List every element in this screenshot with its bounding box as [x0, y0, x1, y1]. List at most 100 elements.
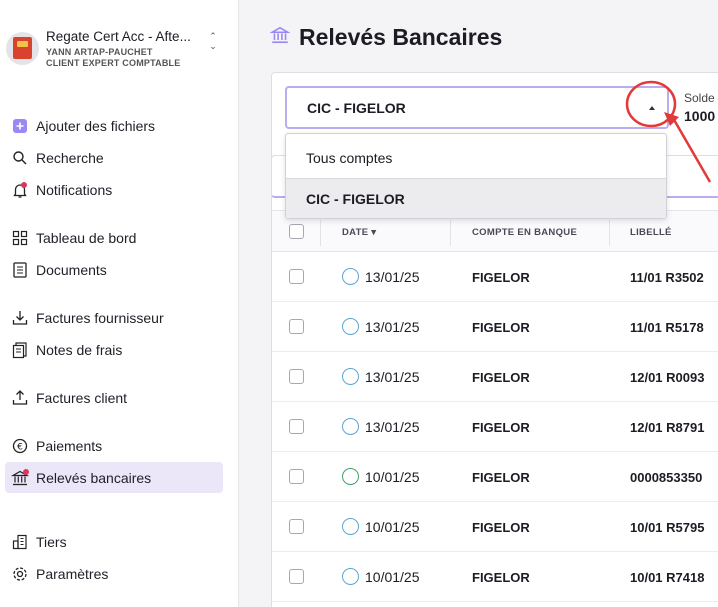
sidebar-item-settings[interactable]: Paramètres: [5, 558, 223, 589]
table-row[interactable]: 10/01/25 FIGELOR 10/01 R7418: [272, 552, 718, 602]
reconcile-status-icon: [342, 518, 359, 535]
sidebar-item-label: Tiers: [36, 533, 67, 550]
receipt-icon: [11, 341, 29, 359]
row-checkbox[interactable]: [289, 369, 304, 384]
svg-text:€: €: [17, 442, 23, 452]
row-label: 11/01 R5178: [630, 320, 704, 335]
sidebar-item-label: Documents: [36, 261, 107, 278]
row-date: 10/01/25: [365, 519, 420, 535]
bank-icon: [10, 468, 30, 487]
chevron-up-down-icon[interactable]: ⌃ ⌄: [207, 31, 219, 55]
column-divider: [450, 220, 451, 246]
row-date: 10/01/25: [365, 469, 420, 485]
row-date: 13/01/25: [365, 269, 420, 285]
bank-icon: [269, 25, 291, 50]
sidebar-item-notifications[interactable]: Notifications: [5, 174, 223, 205]
building-icon: [11, 533, 29, 551]
sidebar-item-payments[interactable]: € Paiements: [5, 430, 223, 461]
bell-icon: [11, 181, 29, 199]
select-all-checkbox[interactable]: [289, 224, 304, 239]
balance-value: 1000: [684, 108, 716, 124]
sidebar-item-dashboard[interactable]: Tableau de bord: [5, 222, 223, 253]
row-checkbox[interactable]: [289, 469, 304, 484]
row-date: 13/01/25: [365, 419, 420, 435]
dashboard-grid-icon: [11, 229, 29, 247]
column-header-bank-account[interactable]: COMPTE EN BANQUE: [472, 227, 577, 238]
search-icon: [11, 149, 29, 167]
user-name: YANN ARTAP-PAUCHET: [46, 47, 153, 57]
sidebar-item-label: Notifications: [36, 181, 113, 198]
sidebar-item-supplier-invoices[interactable]: Factures fournisseur: [5, 302, 223, 333]
table-row[interactable]: 10/01/25 FIGELOR 0000853350: [272, 452, 718, 502]
row-bank-account: FIGELOR: [472, 570, 530, 585]
reconcile-status-icon: [342, 368, 359, 385]
dropdown-option-cic-figelor[interactable]: CIC - FIGELOR: [286, 178, 666, 218]
table-row[interactable]: 13/01/25 FIGELOR 11/01 R3502: [272, 252, 718, 302]
reconcile-status-icon: [342, 568, 359, 585]
column-header-label[interactable]: LIBELLÉ: [630, 227, 672, 238]
reconcile-status-icon: [342, 318, 359, 335]
row-checkbox[interactable]: [289, 519, 304, 534]
organization-switcher[interactable]: Regate Cert Acc - Afte... YANN ARTAP-PAU…: [6, 27, 232, 75]
row-bank-account: FIGELOR: [472, 420, 530, 435]
sidebar-item-label: Paramètres: [36, 565, 109, 582]
sidebar-item-label: Relevés bancaires: [36, 469, 152, 486]
row-date: 13/01/25: [365, 319, 420, 335]
row-checkbox[interactable]: [289, 419, 304, 434]
plus-square-icon: [11, 117, 29, 135]
row-bank-account: FIGELOR: [472, 320, 530, 335]
account-select[interactable]: CIC - FIGELOR: [285, 86, 669, 129]
row-checkbox[interactable]: [289, 269, 304, 284]
dropdown-option-all-accounts[interactable]: Tous comptes: [286, 138, 666, 178]
download-tray-icon: [11, 309, 29, 327]
row-date: 10/01/25: [365, 569, 420, 585]
row-label: 10/01 R7418: [630, 570, 705, 585]
reconcile-status-icon: [342, 418, 359, 435]
organization-name: Regate Cert Acc - Afte...: [46, 29, 191, 44]
sidebar-item-label: Tableau de bord: [36, 229, 137, 246]
row-label: 12/01 R8791: [630, 420, 705, 435]
sidebar-item-label: Notes de frais: [36, 341, 123, 358]
upload-tray-icon: [11, 389, 29, 407]
table-row[interactable]: 13/01/25 FIGELOR 11/01 R5178: [272, 302, 718, 352]
notification-dot: [21, 181, 27, 188]
row-label: 11/01 R3502: [630, 270, 704, 285]
sidebar-item-label: Ajouter des fichiers: [36, 117, 156, 134]
balance-label: Solde: [684, 91, 715, 105]
table-row[interactable]: 13/01/25 FIGELOR 12/01 R0093: [272, 352, 718, 402]
column-divider: [320, 220, 321, 246]
sidebar-item-add-files[interactable]: Ajouter des fichiers: [5, 110, 223, 141]
page-header: Relevés Bancaires: [269, 22, 503, 52]
sidebar-item-label: Paiements: [36, 437, 103, 454]
sidebar-item-third-parties[interactable]: Tiers: [5, 526, 223, 557]
gear-icon: [11, 565, 29, 583]
sidebar-item-search[interactable]: Recherche: [5, 142, 223, 173]
column-header-date[interactable]: DATE ▾: [342, 227, 376, 238]
table-row[interactable]: 13/01/25 FIGELOR 12/01 R8791: [272, 402, 718, 452]
row-label: 10/01 R5795: [630, 520, 705, 535]
notification-dot: [23, 468, 29, 475]
matched-status-icon: [342, 468, 359, 485]
euro-circle-icon: €: [11, 437, 29, 455]
sidebar-item-documents[interactable]: Documents: [5, 254, 223, 285]
column-divider: [609, 220, 610, 246]
row-label: 12/01 R0093: [630, 370, 705, 385]
page-title: Relevés Bancaires: [299, 23, 503, 50]
sidebar: Regate Cert Acc - Afte... YANN ARTAP-PAU…: [0, 0, 239, 607]
document-icon: [11, 261, 29, 279]
row-bank-account: FIGELOR: [472, 520, 530, 535]
user-role: CLIENT EXPERT COMPTABLE: [46, 58, 181, 68]
caret-up-icon: [649, 106, 655, 110]
row-date: 13/01/25: [365, 369, 420, 385]
row-checkbox[interactable]: [289, 319, 304, 334]
table-row[interactable]: 10/01/25 FIGELOR 10/01 R5795: [272, 502, 718, 552]
organization-logo: [6, 32, 39, 65]
sidebar-item-client-invoices[interactable]: Factures client: [5, 382, 223, 413]
sidebar-item-expense-notes[interactable]: Notes de frais: [5, 334, 223, 365]
sidebar-item-bank-statements[interactable]: Relevés bancaires: [5, 462, 223, 493]
sidebar-item-label: Recherche: [36, 149, 104, 166]
row-bank-account: FIGELOR: [472, 470, 530, 485]
row-bank-account: FIGELOR: [472, 270, 530, 285]
reconcile-status-icon: [342, 268, 359, 285]
row-checkbox[interactable]: [289, 569, 304, 584]
